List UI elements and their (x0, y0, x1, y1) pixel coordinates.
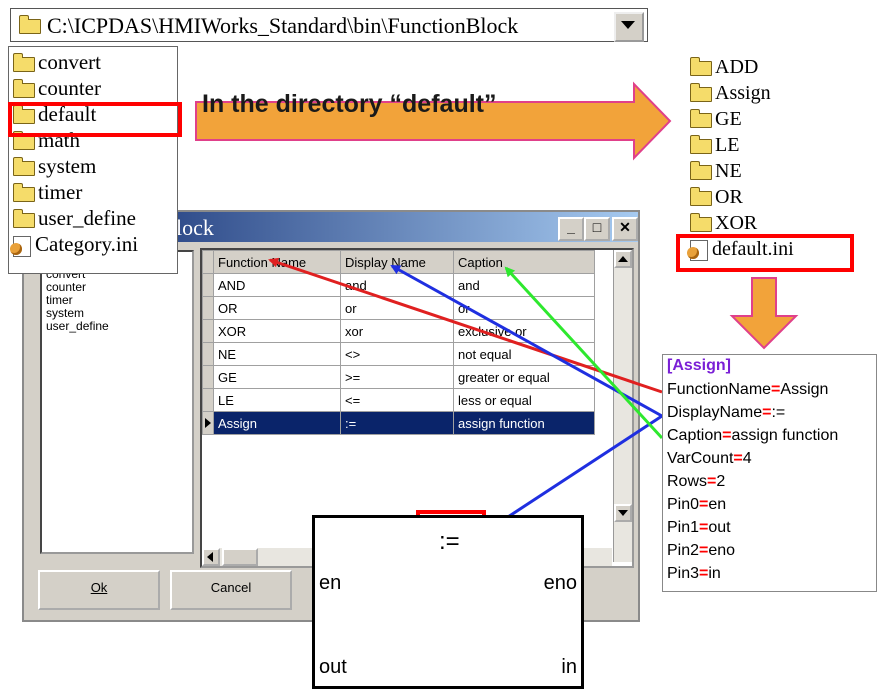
ini-entry: DisplayName=:= (667, 404, 786, 421)
highlight-default-ini (676, 234, 854, 272)
ini-file-panel: [Assign] FunctionName=Assign DisplayName=:… (662, 354, 877, 592)
function-block-preview: := en eno out in (312, 515, 584, 689)
ini-entry: Pin1=out (667, 519, 731, 536)
ini-entry: Caption=assign function (667, 427, 839, 444)
highlight-default-folder (8, 102, 182, 137)
ini-entry: Rows=2 (667, 473, 726, 490)
blue-connector-arrow-2 (486, 414, 663, 532)
arrow-down-shape (729, 277, 799, 350)
ini-entry: Pin3=in (667, 565, 721, 582)
ini-entry: VarCount=4 (667, 450, 752, 467)
ini-section-header: [Assign] (667, 357, 731, 374)
green-connector-arrow (504, 266, 664, 440)
callout-label: In the directory “default” (202, 90, 497, 118)
ini-entry: Pin0=en (667, 496, 727, 513)
pin-eno: eno (543, 572, 577, 594)
ini-entry: FunctionName=Assign (667, 381, 829, 398)
ini-entry: Pin2=eno (667, 542, 736, 559)
pin-en: en (319, 572, 342, 594)
pin-in: in (561, 656, 577, 678)
pin-out: out (319, 656, 347, 678)
block-display-name: := (439, 528, 460, 555)
